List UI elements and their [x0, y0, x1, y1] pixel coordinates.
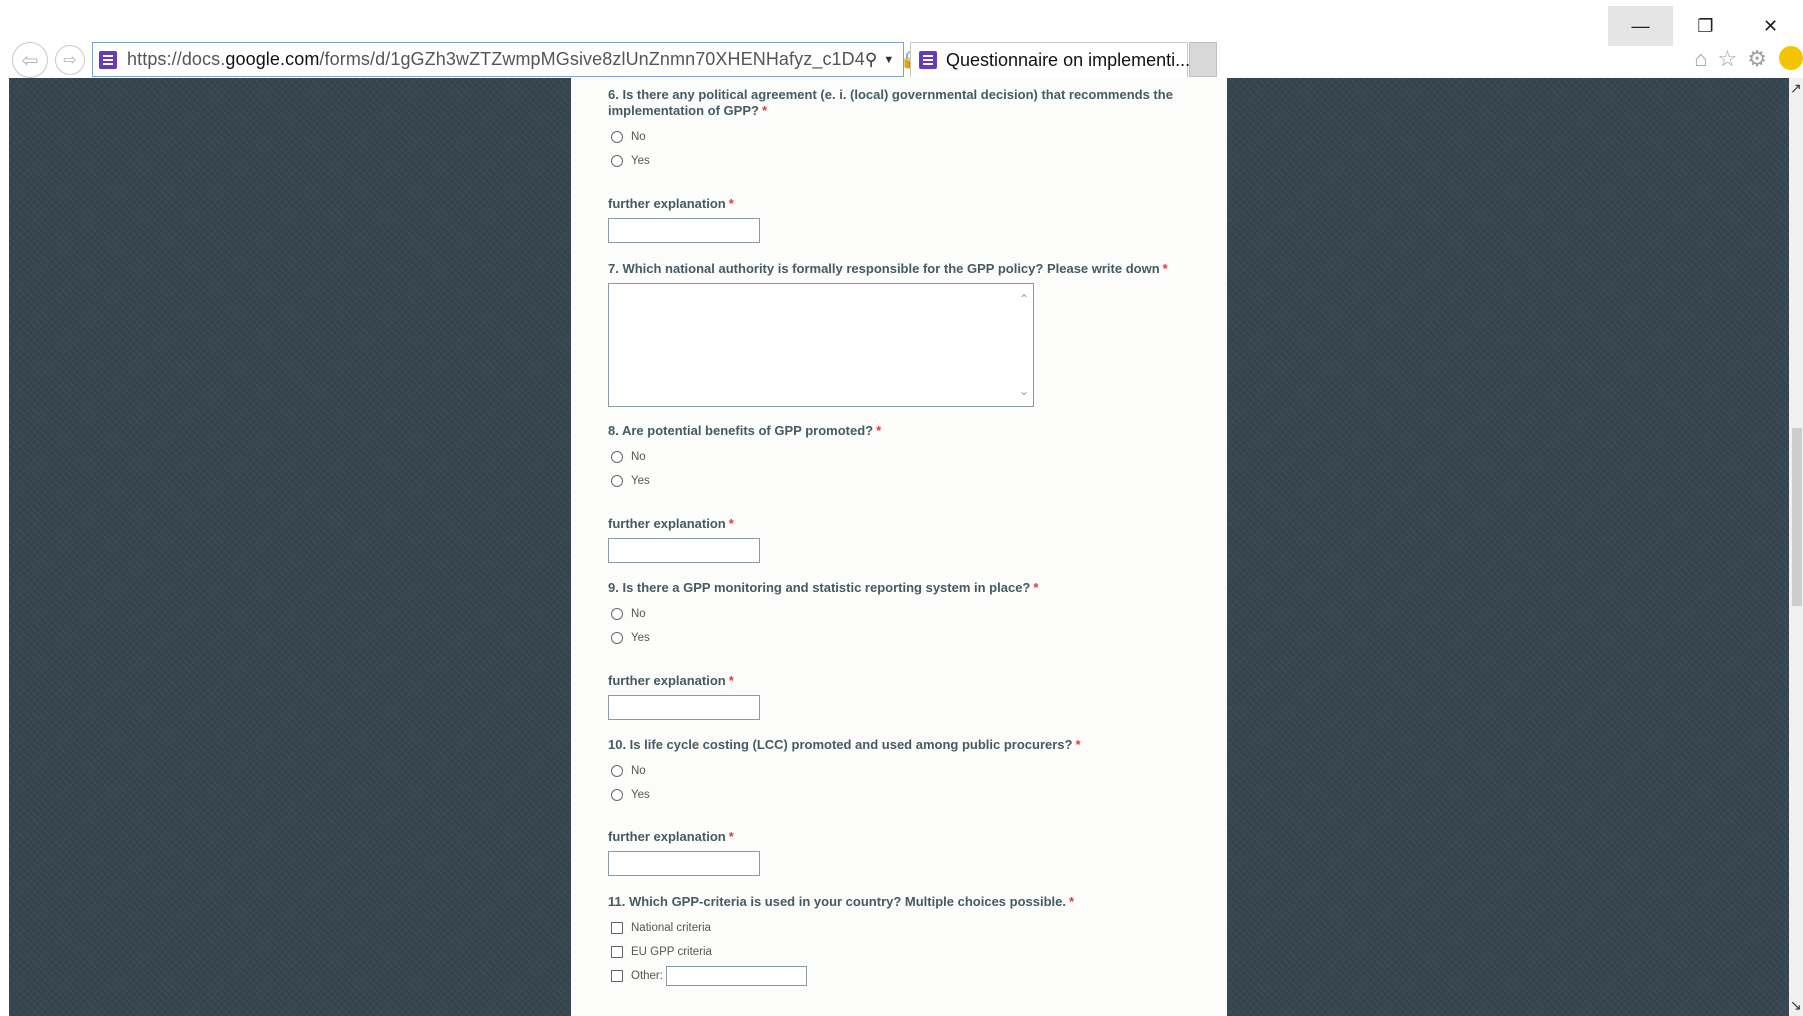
form-card: 6. Is there any political agreement (e. … — [571, 78, 1227, 1016]
explanation-10: further explanation * — [608, 829, 1198, 876]
radio-option-no[interactable]: No — [608, 602, 1198, 626]
dropdown-arrow-icon[interactable]: ▼ — [883, 54, 894, 66]
question-title: 7. Which national authority is formally … — [608, 261, 1168, 276]
explanation-input[interactable] — [608, 695, 760, 720]
radio-option-no[interactable]: No — [608, 759, 1198, 783]
smiley-icon[interactable] — [1779, 46, 1803, 70]
gear-icon[interactable]: ⚙ — [1747, 46, 1767, 72]
question-title: 6. Is there any political agreement (e. … — [608, 87, 1173, 118]
radio-button[interactable] — [611, 608, 623, 620]
checkbox[interactable] — [611, 922, 623, 934]
page-scrollbar[interactable]: ↗ ↘ — [1789, 78, 1803, 1016]
question-title: 9. Is there a GPP monitoring and statist… — [608, 580, 1039, 595]
question-6: 6. Is there any political agreement (e. … — [608, 87, 1198, 173]
scroll-thumb[interactable] — [1792, 428, 1802, 606]
checkbox-eu-gpp-criteria[interactable]: EU GPP criteria — [608, 940, 1198, 964]
authority-textarea[interactable]: ⌃ ⌄ — [608, 283, 1034, 407]
search-icon[interactable]: ⚲ — [865, 50, 877, 70]
window-controls: — ❐ ✕ — [1608, 6, 1803, 46]
page-background: 6. Is there any political agreement (e. … — [9, 78, 1789, 1016]
scroll-up-icon[interactable]: ⌃ — [1019, 292, 1029, 306]
explanation-input[interactable] — [608, 851, 760, 876]
address-bar[interactable]: https://docs.google.com/forms/d/1gGZh3wZ… — [92, 42, 942, 77]
checkbox[interactable] — [611, 946, 623, 958]
question-8: 8. Are potential benefits of GPP promote… — [608, 423, 1198, 493]
radio-button[interactable] — [611, 475, 623, 487]
explanation-label: further explanation * — [608, 673, 734, 688]
explanation-input[interactable] — [608, 218, 760, 243]
question-title: 10. Is life cycle costing (LCC) promoted… — [608, 737, 1081, 752]
explanation-6: further explanation * — [608, 196, 1198, 243]
forward-arrow-icon[interactable]: ⇨ — [55, 45, 85, 75]
scroll-down-arrow-icon[interactable]: ↘ — [1790, 997, 1802, 1014]
checkbox-national-criteria[interactable]: National criteria — [608, 916, 1198, 940]
other-input[interactable] — [665, 966, 807, 986]
explanation-8: further explanation * — [608, 516, 1198, 563]
checkbox[interactable] — [611, 970, 623, 982]
radio-button[interactable] — [611, 765, 623, 777]
url-text[interactable]: https://docs.google.com/forms/d/1gGZh3wZ… — [127, 49, 865, 70]
explanation-9: further explanation * — [608, 673, 1198, 720]
tab-favicon-icon — [919, 51, 937, 69]
radio-option-no[interactable]: No — [608, 445, 1198, 469]
question-9: 9. Is there a GPP monitoring and statist… — [608, 580, 1198, 650]
restore-button[interactable]: ❐ — [1673, 6, 1738, 46]
scroll-up-arrow-icon[interactable]: ↗ — [1790, 80, 1802, 97]
back-arrow-icon[interactable]: ⇦ — [12, 42, 48, 78]
question-11: 11. Which GPP-criteria is used in your c… — [608, 894, 1198, 988]
question-10: 10. Is life cycle costing (LCC) promoted… — [608, 737, 1198, 807]
close-window-button[interactable]: ✕ — [1738, 6, 1803, 46]
radio-button[interactable] — [611, 632, 623, 644]
explanation-label: further explanation * — [608, 196, 734, 211]
new-tab-button[interactable] — [1189, 42, 1217, 77]
forms-favicon-icon — [99, 50, 117, 69]
question-title: 11. Which GPP-criteria is used in your c… — [608, 894, 1075, 909]
radio-option-no[interactable]: No — [608, 125, 1198, 149]
star-icon[interactable]: ☆ — [1718, 46, 1738, 72]
radio-option-yes[interactable]: Yes — [608, 626, 1198, 650]
question-7: 7. Which national authority is formally … — [608, 261, 1198, 407]
radio-button[interactable] — [611, 451, 623, 463]
radio-option-yes[interactable]: Yes — [608, 149, 1198, 173]
minimize-button[interactable]: — — [1608, 6, 1673, 46]
radio-option-yes[interactable]: Yes — [608, 783, 1198, 807]
radio-button[interactable] — [611, 131, 623, 143]
tab-questionnaire[interactable]: Questionnaire on implementi... ✕ — [910, 42, 1210, 77]
explanation-label: further explanation * — [608, 829, 734, 844]
tab-title: Questionnaire on implementi... — [946, 49, 1191, 70]
question-title: 8. Are potential benefits of GPP promote… — [608, 423, 882, 438]
explanation-input[interactable] — [608, 538, 760, 563]
browser-chrome: — ❐ ✕ ⇦ ⇨ https://docs.google.com/forms/… — [0, 0, 1803, 78]
radio-option-yes[interactable]: Yes — [608, 469, 1198, 493]
explanation-label: further explanation * — [608, 516, 734, 531]
home-icon[interactable]: ⌂ — [1694, 46, 1707, 72]
scroll-down-icon[interactable]: ⌄ — [1019, 384, 1029, 398]
radio-button[interactable] — [611, 155, 623, 167]
radio-button[interactable] — [611, 789, 623, 801]
checkbox-other[interactable]: Other: — [608, 964, 1198, 988]
